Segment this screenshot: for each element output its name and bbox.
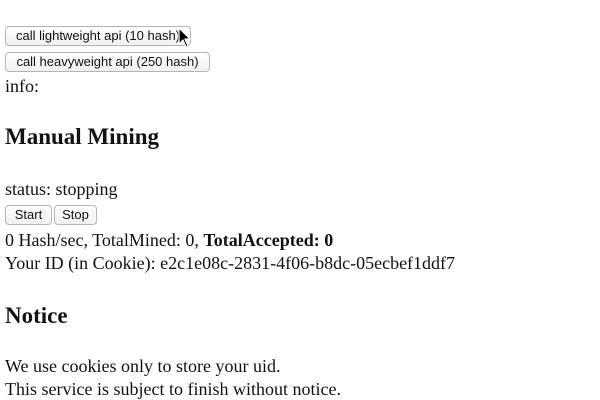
total-mined-value: TotalMined: 0, (92, 230, 204, 250)
status-line: status: stopping (5, 178, 118, 200)
call-heavyweight-api-button[interactable]: call heavyweight api (250 hash) (5, 52, 210, 72)
status-value: stopping (55, 179, 118, 199)
total-accepted-value: TotalAccepted: 0 (203, 230, 334, 250)
manual-mining-heading: Manual Mining (5, 124, 160, 149)
mouse-pointer-icon (178, 27, 191, 48)
call-lightweight-api-button[interactable]: call lightweight api (10 hash) (5, 26, 191, 46)
status-label: status: (5, 179, 52, 199)
hash-rate-value: 0 Hash/sec, (5, 230, 93, 250)
notice-heading: Notice (5, 303, 68, 328)
stop-button[interactable]: Stop (54, 205, 97, 225)
notice-line-1: We use cookies only to store your uid. (5, 356, 281, 376)
user-id-value: e2c1e08c-2831-4f06-b8dc-05ecbef1ddf7 (160, 253, 456, 273)
mining-stats: 0 Hash/sec, TotalMined: 0, TotalAccepted… (5, 229, 333, 251)
start-button[interactable]: Start (5, 205, 52, 225)
user-id-label: Your ID (in Cookie): (5, 253, 161, 273)
notice-line-2: This service is subject to finish withou… (5, 379, 341, 399)
user-id-line: Your ID (in Cookie): e2c1e08c-2831-4f06-… (5, 252, 455, 274)
info-label: info: (5, 76, 39, 96)
